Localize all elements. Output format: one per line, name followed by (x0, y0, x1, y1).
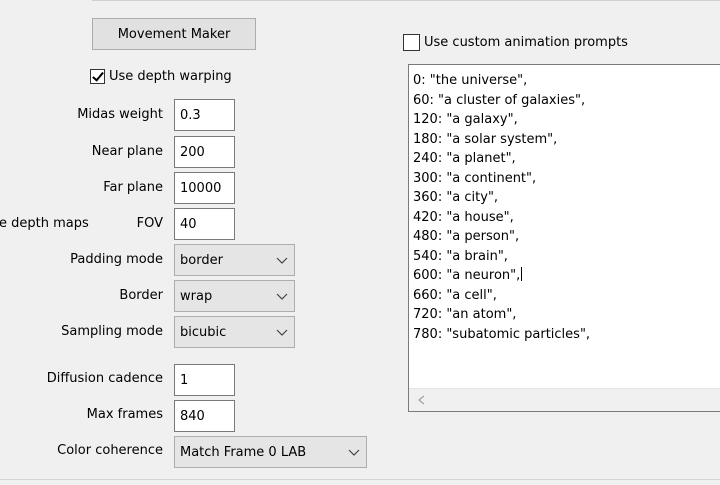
prompt-line: 540: "a brain", (413, 248, 508, 264)
prompt-line: 720: "an atom", (413, 307, 517, 322)
sampling-mode-value: bicubic (180, 324, 227, 340)
padding-mode-select[interactable]: border (174, 244, 295, 276)
save-depth-maps-label-truncated: e depth maps (0, 216, 89, 231)
sampling-mode-select[interactable]: bicubic (174, 316, 295, 348)
color-coherence-select[interactable]: Match Frame 0 LAB (174, 436, 367, 468)
chevron-down-icon[interactable] (342, 437, 366, 467)
movement-maker-button[interactable]: Movement Maker (92, 18, 256, 50)
prompt-line: 780: "subatomic particles", (413, 326, 591, 342)
diffusion-cadence-input[interactable] (174, 364, 235, 396)
diffusion-cadence-label: Diffusion cadence (46, 371, 163, 386)
prompt-line: 420: "a house", (413, 209, 514, 225)
color-coherence-label: Color coherence (57, 443, 163, 458)
prompt-line: 180: "a solar system", (413, 131, 558, 147)
depth-warping-checkbox-box[interactable] (90, 69, 105, 84)
prompt-line: 0: "the universe", (413, 73, 528, 88)
prompt-line: 240: "a planet", (413, 151, 516, 166)
far-plane-input[interactable] (174, 172, 235, 204)
fov-label: FOV (136, 216, 163, 231)
prompt-line: 660: "a cell", (413, 287, 497, 303)
prompt-line: 480: "a person", (413, 229, 520, 244)
midas-weight-input[interactable] (174, 99, 235, 131)
check-icon (92, 69, 104, 82)
use-depth-warping-checkbox[interactable]: Use depth warping (90, 69, 232, 84)
border-select[interactable]: wrap (174, 280, 295, 312)
bottom-divider (0, 479, 720, 480)
padding-mode-label: Padding mode (70, 252, 163, 267)
border-value: wrap (180, 288, 213, 304)
midas-weight-label: Midas weight (77, 107, 163, 122)
use-depth-warping-label: Use depth warping (109, 69, 232, 84)
use-custom-prompts-checkbox[interactable]: Use custom animation prompts (403, 34, 628, 51)
chevron-down-icon[interactable] (270, 317, 294, 347)
horizontal-scrollbar[interactable] (409, 388, 720, 411)
chevron-down-icon[interactable] (270, 245, 294, 275)
prompt-line: 60: "a cluster of galaxies", (413, 92, 586, 108)
animation-prompts-textarea[interactable]: 0: "the universe", 60: "a cluster of gala… (408, 64, 720, 412)
prompt-line: 120: "a galaxy", (413, 112, 518, 127)
color-coherence-value: Match Frame 0 LAB (180, 444, 307, 460)
far-plane-label: Far plane (103, 180, 163, 195)
top-divider (92, 0, 720, 1)
sampling-mode-label: Sampling mode (61, 324, 163, 339)
use-custom-prompts-label: Use custom animation prompts (424, 35, 628, 50)
prompt-line: 600: "a neuron", (413, 267, 523, 283)
max-frames-input[interactable] (174, 400, 235, 432)
text-caret (521, 267, 523, 281)
scroll-left-arrow-icon[interactable] (418, 394, 425, 409)
max-frames-label: Max frames (86, 407, 163, 422)
fov-input[interactable] (174, 208, 235, 240)
border-label: Border (119, 288, 163, 303)
custom-prompts-checkbox-box[interactable] (403, 34, 420, 51)
near-plane-label: Near plane (91, 144, 163, 159)
prompt-line: 360: "a city", (413, 190, 499, 205)
prompt-line: 300: "a continent", (413, 170, 537, 186)
chevron-down-icon[interactable] (270, 281, 294, 311)
prompt-lines: 0: "the universe", 60: "a cluster of gala… (413, 71, 590, 344)
padding-mode-value: border (180, 252, 223, 268)
near-plane-input[interactable] (174, 136, 235, 168)
